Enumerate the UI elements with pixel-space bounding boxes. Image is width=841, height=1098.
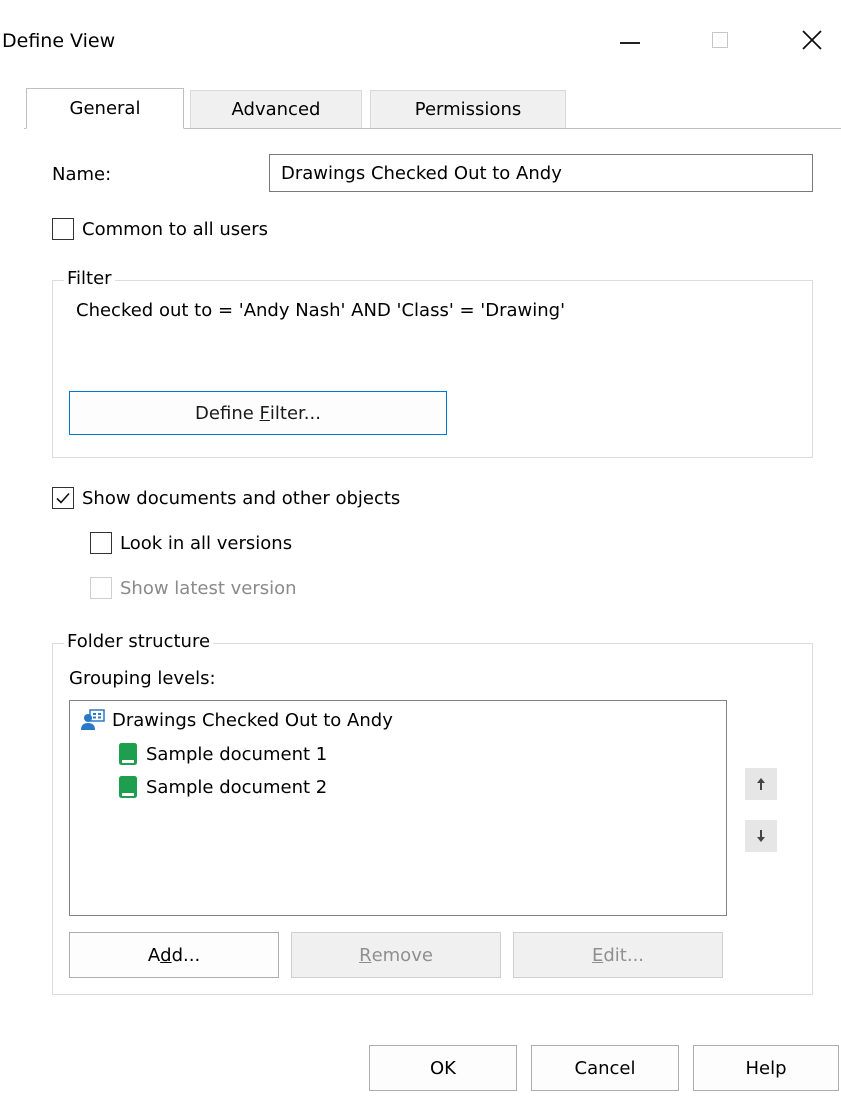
edit-mnemonic: E xyxy=(591,944,604,966)
add-prefix: A xyxy=(147,944,161,966)
tab-advanced[interactable]: Advanced xyxy=(190,90,362,128)
minimize-button[interactable] xyxy=(602,18,658,62)
show-latest-version-checkbox xyxy=(90,577,112,599)
define-filter-prefix: Define xyxy=(195,402,260,424)
tree-child-label-1: Sample document 1 xyxy=(146,743,328,765)
add-suffix: d... xyxy=(171,944,201,966)
close-icon xyxy=(802,30,822,50)
tab-general-label: General xyxy=(69,98,141,119)
tree-child-item-2[interactable]: Sample document 2 xyxy=(118,775,327,799)
common-to-all-users-label: Common to all users xyxy=(82,218,268,240)
filter-group-title: Filter xyxy=(64,268,115,289)
minimize-icon xyxy=(620,42,640,44)
view-icon xyxy=(81,709,105,730)
maximize-button[interactable] xyxy=(692,18,748,62)
tab-permissions[interactable]: Permissions xyxy=(370,90,566,128)
define-filter-button[interactable]: Define Filter... xyxy=(69,391,447,435)
maximize-icon xyxy=(712,32,728,48)
add-mnemonic: d xyxy=(160,944,172,966)
document-icon xyxy=(119,776,137,798)
name-label: Name: xyxy=(52,164,112,185)
close-button[interactable] xyxy=(784,18,840,62)
title-bar: Define View xyxy=(0,0,841,84)
show-documents-row[interactable]: Show documents and other objects xyxy=(52,487,400,509)
look-in-all-versions-checkbox[interactable] xyxy=(90,532,112,554)
help-label: Help xyxy=(745,1057,787,1079)
look-in-all-versions-row[interactable]: Look in all versions xyxy=(90,532,292,554)
cancel-label: Cancel xyxy=(574,1057,636,1079)
checkmark-icon xyxy=(56,492,70,504)
grouping-levels-tree[interactable]: Drawings Checked Out to Andy Sample docu… xyxy=(69,700,727,916)
arrow-down-icon xyxy=(757,830,765,842)
look-in-all-versions-label: Look in all versions xyxy=(120,532,293,554)
arrow-up-icon xyxy=(757,778,765,790)
edit-button: Edit... xyxy=(513,932,723,978)
common-to-all-users-row[interactable]: Common to all users xyxy=(52,218,268,240)
help-button[interactable]: Help xyxy=(693,1045,839,1091)
define-view-dialog: Define View General Advanced Permissions… xyxy=(0,0,841,1098)
folder-structure-title: Folder structure xyxy=(64,631,214,652)
move-up-button[interactable] xyxy=(745,768,777,800)
remove-mnemonic: R xyxy=(359,944,372,966)
tree-root-item[interactable]: Drawings Checked Out to Andy xyxy=(80,709,393,731)
show-latest-version-label: Show latest version xyxy=(120,577,297,599)
add-button[interactable]: Ad d... xyxy=(69,932,279,978)
remove-button: Remove xyxy=(291,932,501,978)
name-input[interactable] xyxy=(269,154,813,192)
tree-root-label: Drawings Checked Out to Andy xyxy=(112,709,393,731)
show-documents-label: Show documents and other objects xyxy=(82,487,401,509)
tab-general[interactable]: General xyxy=(26,88,184,129)
tab-permissions-label: Permissions xyxy=(414,99,522,120)
define-filter-mnemonic: F xyxy=(259,402,270,424)
tab-advanced-label: Advanced xyxy=(231,99,321,120)
window-title: Define View xyxy=(2,30,116,52)
edit-suffix: dit... xyxy=(603,944,645,966)
remove-suffix: emove xyxy=(371,944,433,966)
cancel-button[interactable]: Cancel xyxy=(531,1045,679,1091)
move-down-button[interactable] xyxy=(745,820,777,852)
show-latest-version-row: Show latest version xyxy=(90,577,297,599)
tree-child-item-1[interactable]: Sample document 1 xyxy=(118,742,327,766)
show-documents-checkbox[interactable] xyxy=(52,487,74,509)
define-filter-suffix: ilter... xyxy=(269,402,321,424)
ok-label: OK xyxy=(430,1057,456,1079)
ok-button[interactable]: OK xyxy=(369,1045,517,1091)
grouping-levels-label: Grouping levels: xyxy=(69,668,216,689)
filter-expression: Checked out to = 'Andy Nash' AND 'Class'… xyxy=(76,300,566,321)
common-to-all-users-checkbox[interactable] xyxy=(52,218,74,240)
tree-child-label-2: Sample document 2 xyxy=(146,776,328,798)
document-icon xyxy=(119,743,137,765)
